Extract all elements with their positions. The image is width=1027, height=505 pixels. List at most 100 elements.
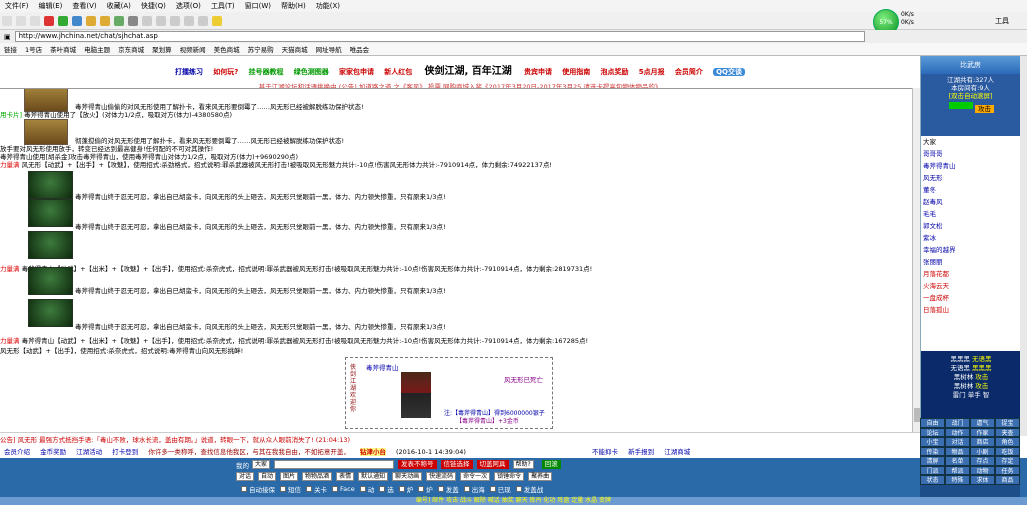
fav-item[interactable]: 电脑主题 <box>80 44 114 54</box>
checkbox[interactable] <box>418 485 425 492</box>
menu-file[interactable]: 文件(F) <box>0 1 34 11</box>
command-button[interactable]: 动物 <box>970 465 995 475</box>
user-item[interactable]: 董冬 <box>921 184 1021 196</box>
command-button[interactable]: 夹查 <box>995 427 1020 437</box>
menu-icon[interactable] <box>30 15 40 26</box>
room-item[interactable]: 黑黑黑 <box>972 364 992 372</box>
header-link[interactable]: 泡点奖励 <box>600 68 628 76</box>
user-item[interactable]: 哥哥哥 <box>921 148 1021 160</box>
print-icon[interactable] <box>114 15 124 26</box>
user-item[interactable]: 幸福的越界 <box>921 244 1021 256</box>
tools-button-2[interactable]: 切盖阿具 <box>476 460 509 469</box>
room-item[interactable]: 黑黑黑 <box>950 355 970 363</box>
tools-button[interactable]: 工具 <box>995 16 1009 26</box>
fav-item[interactable]: 1号店 <box>21 44 46 54</box>
command-button[interactable]: 门派 <box>920 465 945 475</box>
history-icon[interactable] <box>100 15 110 26</box>
panel-scrollbar[interactable] <box>1020 56 1027 436</box>
menu-quick[interactable]: 快捷(Q) <box>136 1 171 11</box>
checkbox[interactable] <box>379 485 386 492</box>
header-link[interactable]: 家家包申请 <box>339 68 374 76</box>
command-button[interactable]: 物品 <box>945 446 970 456</box>
command-button[interactable]: 商店 <box>970 437 995 447</box>
command-button[interactable]: 作家 <box>970 427 995 437</box>
undo-icon[interactable] <box>184 15 194 26</box>
command-button[interactable]: 存点 <box>970 456 995 466</box>
menu-view[interactable]: 查看(V) <box>67 1 101 11</box>
redo-icon[interactable] <box>198 15 208 26</box>
chat-option[interactable]: 锁锤命令 <box>494 472 525 481</box>
chat-option[interactable]: 图片 <box>280 472 299 481</box>
user-item[interactable]: 张丽丽 <box>921 256 1021 268</box>
user-item[interactable]: 紫冰 <box>921 232 1021 244</box>
command-button[interactable]: 角色 <box>995 437 1020 447</box>
page-icon[interactable] <box>142 15 152 26</box>
auto-scroll-toggle[interactable]: [双击自动滚屏] <box>921 92 1020 100</box>
command-button[interactable]: 任务 <box>995 465 1020 475</box>
menu-window[interactable]: 窗口(W) <box>240 1 276 11</box>
target-select[interactable]: 大家 <box>252 460 271 469</box>
menu-functions[interactable]: 功能(X) <box>311 1 345 11</box>
notice-badge[interactable]: 钻津小台 <box>359 448 386 456</box>
command-button[interactable]: 存定 <box>995 456 1020 466</box>
fav-item[interactable]: 美色商城 <box>210 44 244 54</box>
command-button[interactable]: 对话 <box>945 437 970 447</box>
header-link[interactable]: 使用指南 <box>562 68 590 76</box>
command-button[interactable]: 吃饭 <box>995 446 1020 456</box>
stop-icon[interactable] <box>44 15 54 26</box>
help-select[interactable]: 帮助? <box>512 460 534 469</box>
user-item[interactable]: 赵毒风 <box>921 196 1021 208</box>
bottom-command-bar[interactable]: 编号] 邮件 攻击 战斗 解除 喊话 抽奖 聊天 炼丹 化功 阵盘 定量 水晶 … <box>0 497 1027 505</box>
command-button[interactable]: 小宝 <box>920 437 945 447</box>
checkbox[interactable] <box>515 485 522 492</box>
checkbox[interactable] <box>280 485 286 492</box>
command-button[interactable]: 自由 <box>920 418 945 428</box>
checkbox[interactable] <box>489 485 496 492</box>
attack-button[interactable]: 攻击 <box>975 105 994 113</box>
fav-item[interactable]: 视频新闻 <box>176 44 210 54</box>
chat-option[interactable]: 对话 <box>236 472 255 481</box>
fav-item[interactable]: 苏宁易购 <box>244 44 278 54</box>
command-button[interactable]: 名单 <box>945 456 970 466</box>
quick-link[interactable]: 不能抑卡 <box>592 448 618 456</box>
checkbox[interactable] <box>241 485 247 492</box>
chat-option[interactable]: 聚养曲 <box>528 472 553 481</box>
chat-scrollbar[interactable] <box>912 88 920 432</box>
menu-tools[interactable]: 工具(T) <box>206 1 240 11</box>
home-icon[interactable] <box>72 15 82 26</box>
scroll-button[interactable]: 回滚 <box>541 460 561 469</box>
command-button[interactable]: 小剧 <box>970 446 995 456</box>
checkbox[interactable] <box>332 485 338 492</box>
room-item[interactable]: 攻击 <box>975 382 988 390</box>
chat-option[interactable]: 表情 <box>336 472 355 481</box>
refresh-icon[interactable] <box>58 15 68 26</box>
back-icon[interactable] <box>2 15 12 26</box>
fav-item[interactable]: 聚划算 <box>148 44 176 54</box>
command-button[interactable]: 求体 <box>970 475 995 485</box>
qq-chat-button[interactable]: QQ交谈 <box>713 68 745 76</box>
header-link[interactable]: 会员简介 <box>675 68 703 76</box>
room-item[interactable]: 智 <box>983 391 990 399</box>
checkbox[interactable] <box>463 485 470 492</box>
checkbox[interactable] <box>398 485 405 492</box>
user-item[interactable]: 毒斧得青山 <box>921 160 1021 172</box>
command-button[interactable]: 状态 <box>920 475 945 485</box>
quick-link[interactable]: 金币奖励 <box>40 448 66 456</box>
room-item[interactable]: 攻击 <box>975 373 988 381</box>
quick-link[interactable]: 江湖商城 <box>664 448 690 456</box>
checkbox[interactable] <box>359 485 366 492</box>
address-input[interactable]: http://www.jhchina.net/chat/sjhchat.asp <box>14 31 865 42</box>
command-button[interactable]: 战门 <box>945 418 970 428</box>
header-link[interactable]: 绿色测图器 <box>294 68 329 76</box>
user-item[interactable]: 郭文松 <box>921 220 1021 232</box>
menu-options[interactable]: 选项(O) <box>171 1 206 11</box>
fav-item[interactable]: 唯品会 <box>346 44 374 54</box>
message-input[interactable] <box>274 460 395 469</box>
room-item[interactable]: 无语黑 <box>950 364 970 372</box>
room-item[interactable]: 黑树林 <box>954 382 974 390</box>
command-button[interactable]: 论坛 <box>920 427 945 437</box>
chat-option[interactable]: 自动 <box>258 472 277 481</box>
menu-edit[interactable]: 编辑(E) <box>34 1 68 11</box>
quick-link[interactable]: 江湖活动 <box>76 448 102 456</box>
menu-help[interactable]: 帮助(H) <box>276 1 311 11</box>
